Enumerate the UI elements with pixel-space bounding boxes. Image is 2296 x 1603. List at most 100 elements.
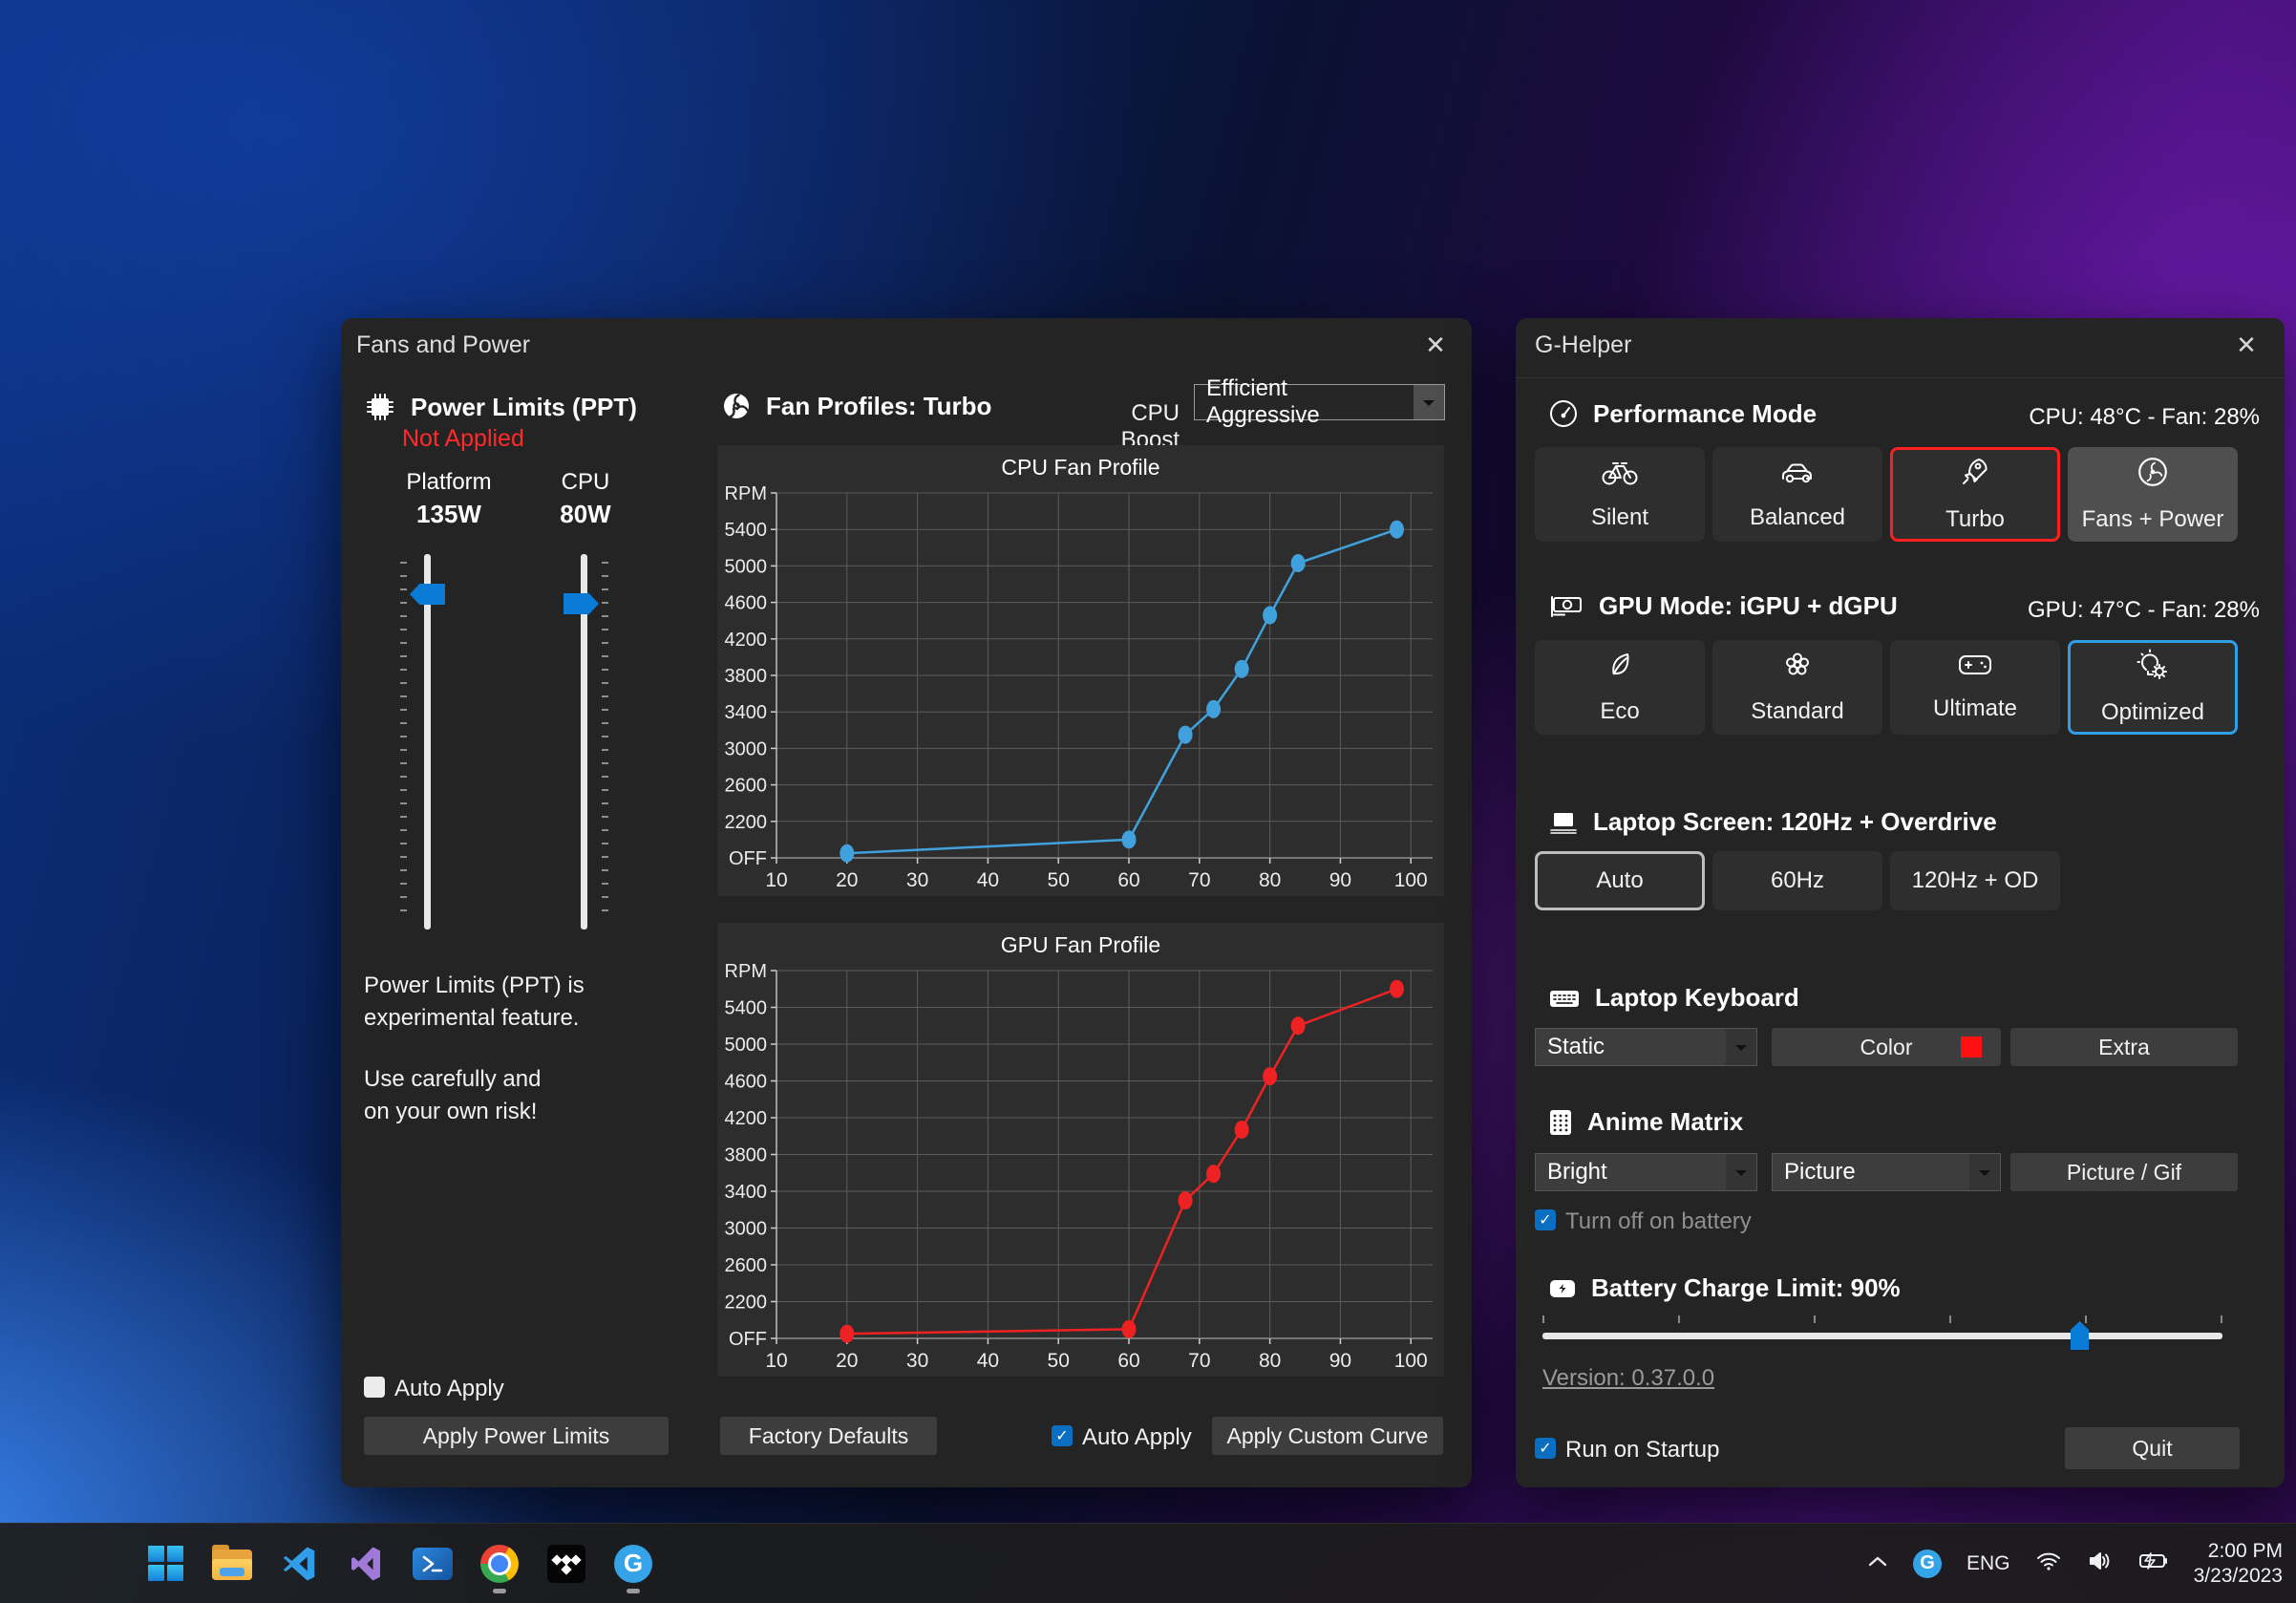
- anime-matrix-heading: Anime Matrix: [1548, 1107, 1743, 1137]
- battery-slider-track[interactable]: [1542, 1333, 2222, 1339]
- svg-text:2200: 2200: [725, 812, 768, 833]
- clock-time: 2:00 PM: [2194, 1539, 2283, 1564]
- cpu-fan-chart[interactable]: OFF220026003000340038004200460050005400R…: [717, 485, 1444, 896]
- svg-text:20: 20: [836, 1350, 858, 1372]
- screen-button-60hz[interactable]: 60Hz: [1712, 851, 1882, 910]
- battery-icon: [1548, 1277, 1577, 1300]
- svg-text:90: 90: [1329, 869, 1351, 891]
- laptop-icon: [1548, 810, 1579, 835]
- svg-text:5400: 5400: [725, 520, 768, 541]
- windows-logo-icon: [148, 1546, 183, 1581]
- fans-and-power-window: Fans and Power ✕ Power Limits (PPT) Not …: [341, 318, 1472, 1487]
- gpu-button-standard[interactable]: Standard: [1712, 640, 1882, 735]
- keyboard-color-button[interactable]: Color: [1772, 1028, 2001, 1066]
- chrome-button[interactable]: [478, 1542, 521, 1586]
- cpu-value: 80W: [519, 500, 652, 529]
- chevron-down-icon[interactable]: [1726, 1154, 1756, 1190]
- svg-text:3000: 3000: [725, 1219, 768, 1240]
- turn-off-on-battery-checkbox[interactable]: ✓: [1535, 1209, 1556, 1230]
- quit-button[interactable]: Quit: [2065, 1427, 2240, 1469]
- run-on-startup-checkbox[interactable]: ✓: [1535, 1438, 1556, 1459]
- auto-apply-curve-label: Auto Apply: [1082, 1424, 1192, 1451]
- matrix-mode-select[interactable]: Picture: [1772, 1153, 2001, 1191]
- cpu-boost-select[interactable]: Efficient Aggressive: [1194, 384, 1445, 420]
- svg-text:3400: 3400: [725, 1182, 768, 1203]
- battery-charging-icon[interactable]: [2138, 1550, 2169, 1576]
- keyboard-mode-select[interactable]: Static: [1535, 1028, 1757, 1066]
- keyboard-icon: [1548, 987, 1581, 1010]
- apply-custom-curve-button[interactable]: Apply Custom Curve: [1212, 1417, 1443, 1455]
- apply-power-limits-button[interactable]: Apply Power Limits: [364, 1417, 669, 1455]
- laptop-keyboard-heading: Laptop Keyboard: [1548, 983, 1799, 1013]
- matrix-brightness-select[interactable]: Bright: [1535, 1153, 1757, 1191]
- version-link[interactable]: Version: 0.37.0.0: [1542, 1365, 1714, 1392]
- volume-icon[interactable]: [2087, 1550, 2114, 1576]
- svg-text:40: 40: [977, 1350, 999, 1372]
- screen-button-auto[interactable]: Auto: [1535, 851, 1705, 910]
- svg-text:60: 60: [1117, 1350, 1139, 1372]
- g-helper-button[interactable]: G: [611, 1542, 655, 1586]
- cpu-slider-thumb[interactable]: [563, 593, 599, 614]
- platform-slider-track[interactable]: [424, 554, 431, 930]
- gauge-icon: [1548, 398, 1579, 429]
- factory-defaults-button[interactable]: Factory Defaults: [720, 1417, 937, 1455]
- bulb-gear-icon: [2137, 649, 2169, 688]
- gpu-button-eco[interactable]: Eco: [1535, 640, 1705, 735]
- chevron-down-icon[interactable]: [1414, 385, 1444, 419]
- svg-text:2600: 2600: [725, 1255, 768, 1276]
- chevron-down-icon[interactable]: [1969, 1154, 2000, 1190]
- g-helper-tray-icon[interactable]: G: [1913, 1550, 1942, 1578]
- perf-button-fans-power[interactable]: Fans + Power: [2068, 447, 2238, 542]
- chevron-down-icon[interactable]: [1726, 1029, 1756, 1065]
- taskbar-clock[interactable]: 2:00 PM 3/23/2023: [2194, 1539, 2283, 1589]
- svg-text:RPM: RPM: [725, 963, 767, 982]
- svg-text:3000: 3000: [725, 738, 768, 759]
- auto-apply-curve-checkbox[interactable]: ✓: [1052, 1425, 1073, 1446]
- perf-button-turbo[interactable]: Turbo: [1890, 447, 2060, 542]
- fan-profiles-heading: Fan Profiles: Turbo: [721, 391, 991, 421]
- cpu-fan-chart-panel[interactable]: CPU Fan Profile OFF220026003000340038004…: [717, 445, 1444, 896]
- running-indicator: [493, 1589, 506, 1593]
- cpu-chip-icon: [364, 391, 396, 423]
- tidal-button[interactable]: [544, 1542, 588, 1586]
- file-explorer-button[interactable]: [210, 1542, 254, 1586]
- perf-button-silent[interactable]: Silent: [1535, 447, 1705, 542]
- run-on-startup-label: Run on Startup: [1565, 1437, 1719, 1464]
- language-indicator[interactable]: ENG: [1966, 1552, 2010, 1575]
- wifi-icon[interactable]: [2035, 1550, 2062, 1576]
- gpu-fan-chart-panel[interactable]: GPU Fan Profile OFF220026003000340038004…: [717, 923, 1444, 1377]
- start-button[interactable]: [143, 1542, 187, 1586]
- close-icon[interactable]: ✕: [2227, 328, 2265, 362]
- bicycle-icon: [1601, 458, 1639, 493]
- visual-studio-button[interactable]: [344, 1542, 388, 1586]
- gpu-temp-status: GPU: 47°C - Fan: 28%: [2028, 597, 2260, 624]
- gpu-button-ultimate[interactable]: Ultimate: [1890, 640, 2060, 735]
- tray-chevron-up-icon[interactable]: [1867, 1554, 1888, 1572]
- battery-slider-thumb[interactable]: [2071, 1321, 2089, 1350]
- matrix-dots-icon: [1548, 1108, 1573, 1137]
- window-title: G-Helper: [1535, 331, 1631, 359]
- platform-slider-thumb[interactable]: [410, 584, 445, 605]
- matrix-picture-gif-button[interactable]: Picture / Gif: [2010, 1153, 2238, 1191]
- taskbar: G G ENG 2:: [0, 1523, 2296, 1603]
- perf-button-balanced[interactable]: Balanced: [1712, 447, 1882, 542]
- flower-icon: [1782, 650, 1813, 687]
- svg-text:100: 100: [1394, 869, 1428, 891]
- chart-title: CPU Fan Profile: [717, 445, 1444, 485]
- close-icon[interactable]: ✕: [1416, 328, 1455, 362]
- gpu-button-optimized[interactable]: Optimized: [2068, 640, 2238, 735]
- keyboard-extra-button[interactable]: Extra: [2010, 1028, 2238, 1066]
- svg-text:50: 50: [1048, 1350, 1070, 1372]
- laptop-screen-heading: Laptop Screen: 120Hz + Overdrive: [1548, 807, 1997, 837]
- vscode-button[interactable]: [277, 1542, 321, 1586]
- turn-off-on-battery-label: Turn off on battery: [1565, 1208, 1752, 1235]
- svg-text:3400: 3400: [725, 702, 768, 723]
- gpu-fan-chart[interactable]: OFF220026003000340038004200460050005400R…: [717, 963, 1444, 1377]
- svg-text:90: 90: [1329, 1350, 1351, 1372]
- svg-text:10: 10: [765, 869, 787, 891]
- powershell-button[interactable]: [411, 1542, 455, 1586]
- screen-button-120hz-od[interactable]: 120Hz + OD: [1890, 851, 2060, 910]
- gamepad-icon: [1957, 652, 1993, 684]
- chrome-icon: [480, 1545, 519, 1583]
- auto-apply-power-checkbox[interactable]: [364, 1377, 385, 1398]
